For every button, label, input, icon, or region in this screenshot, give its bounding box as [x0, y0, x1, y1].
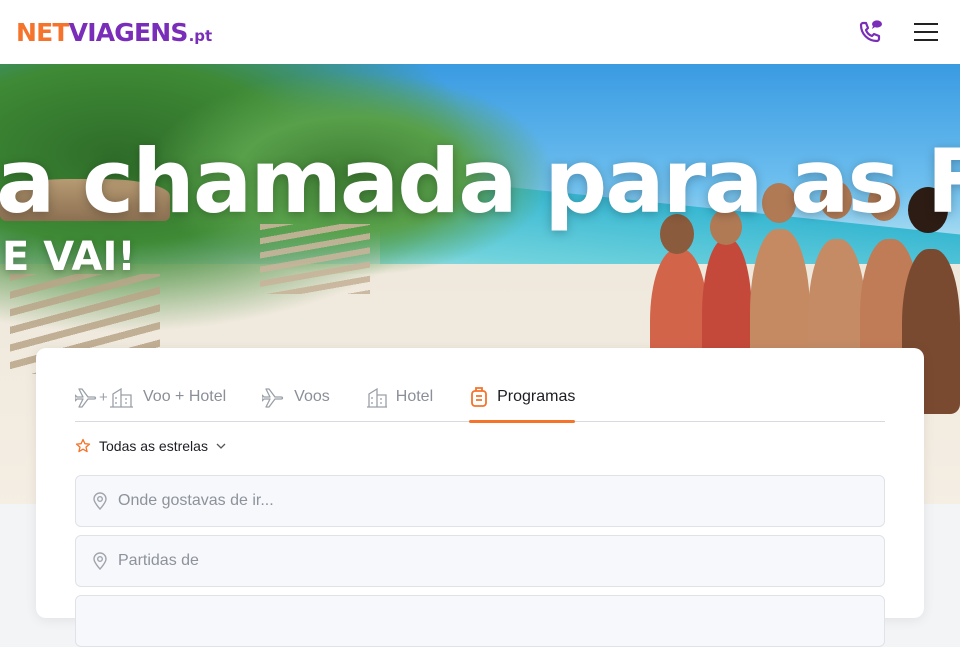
logo-viagens: VIAGENS: [68, 17, 189, 47]
hotel-icon: [366, 386, 388, 408]
tab-label: Programas: [497, 388, 576, 405]
tab-label: Hotel: [395, 388, 434, 405]
netviagens-logo[interactable]: NET VIAGENS .pt: [16, 18, 212, 47]
stars-filter-label: Todas as estrelas: [99, 438, 208, 454]
next-field[interactable]: [75, 595, 885, 647]
top-bar: NET VIAGENS .pt: [0, 0, 960, 64]
hero-loungers: [260, 224, 370, 294]
menu-icon[interactable]: [912, 18, 940, 46]
svg-text:+: +: [99, 389, 108, 406]
tab-hotel[interactable]: Hotel: [366, 372, 433, 422]
phone-icon[interactable]: [856, 18, 884, 46]
location-pin-icon: [92, 552, 108, 570]
tab-label: Voo + Hotel: [143, 388, 227, 405]
destination-field[interactable]: [75, 475, 885, 527]
search-card: + Voo + Hotel Voos Hotel Programas Todas…: [36, 348, 924, 647]
header-actions: [856, 18, 940, 46]
tab-voos[interactable]: Voos: [262, 372, 330, 422]
product-tabs: + Voo + Hotel Voos Hotel Programas: [75, 372, 885, 423]
star-icon: [75, 438, 91, 454]
logo-domain: .pt: [188, 26, 213, 45]
logo-net: NET: [16, 17, 69, 47]
hero-headline: a chamada para as FÉ: [0, 130, 960, 233]
flight-hotel-icon: +: [75, 386, 135, 408]
departure-field[interactable]: [75, 535, 885, 587]
tab-programas[interactable]: Programas: [469, 372, 576, 423]
destination-input[interactable]: [118, 492, 838, 510]
departure-input[interactable]: [118, 552, 838, 570]
tab-label: Voos: [294, 388, 330, 405]
hero-subline: E VAI!: [2, 234, 136, 280]
location-pin-icon: [92, 492, 108, 510]
chevron-down-icon: [216, 442, 226, 450]
tab-voo-hotel[interactable]: + Voo + Hotel: [75, 372, 226, 422]
plane-icon: [262, 386, 286, 408]
stars-filter-dropdown[interactable]: Todas as estrelas: [75, 438, 226, 454]
luggage-icon: [469, 386, 489, 408]
